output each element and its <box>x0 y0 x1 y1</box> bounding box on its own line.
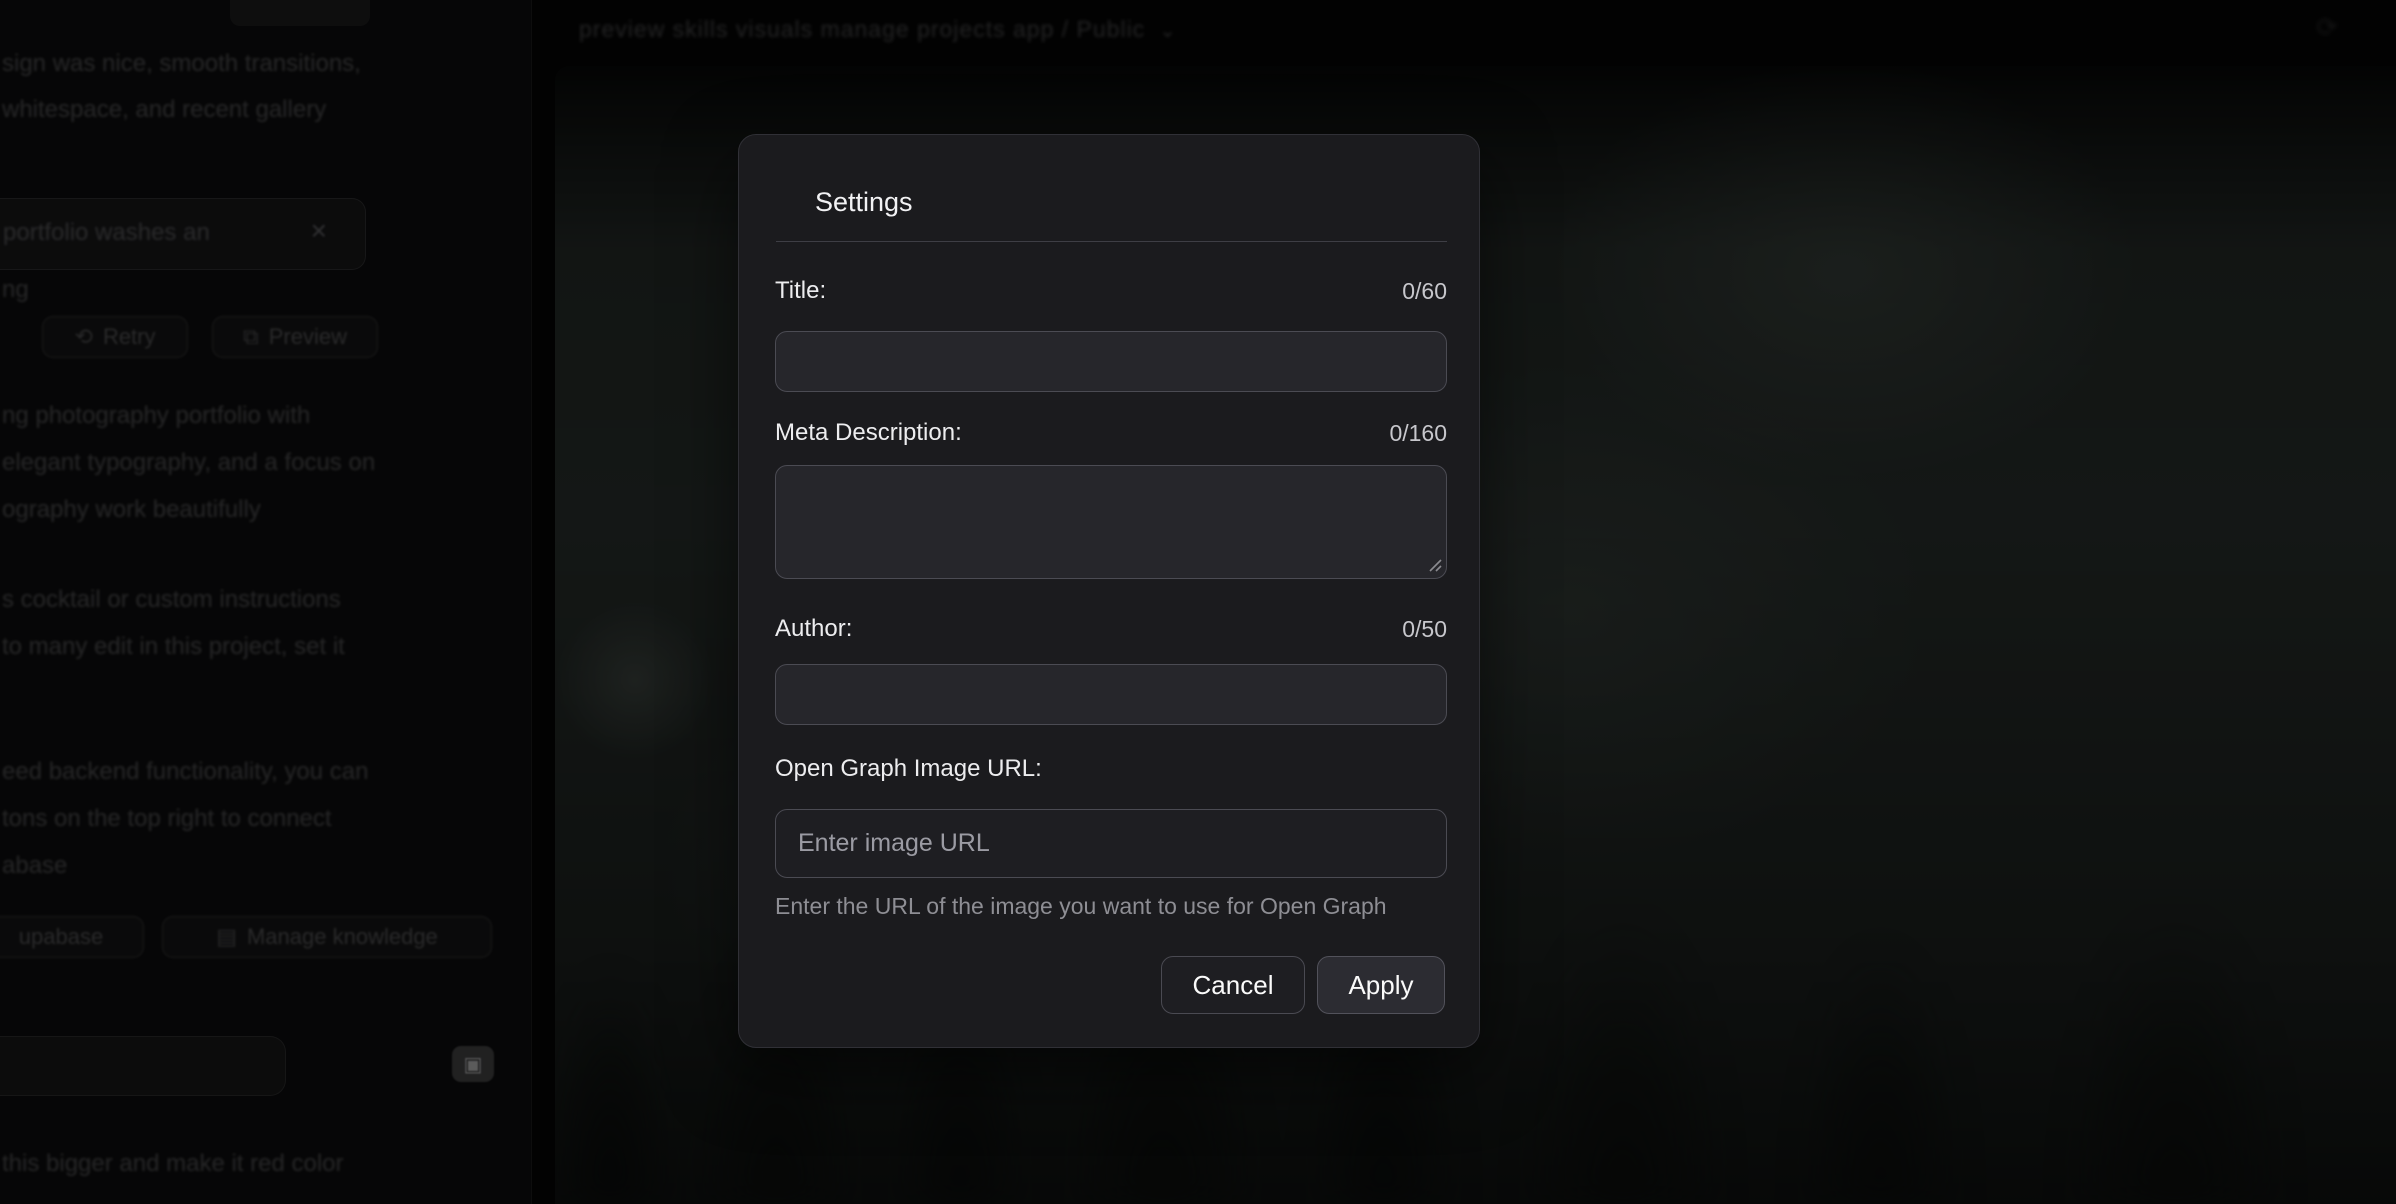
meta-description-label: Meta Description: <box>775 419 962 447</box>
divider <box>776 241 1447 242</box>
og-field-row: Open Graph Image URL: <box>775 753 1447 785</box>
title-input[interactable] <box>775 331 1447 392</box>
meta-field-row: Meta Description: 0/160 <box>775 417 1447 449</box>
settings-modal: Settings Title: 0/60 Meta Description: 0… <box>738 134 1480 1048</box>
title-label: Title: <box>775 277 826 305</box>
author-input[interactable] <box>775 664 1447 725</box>
meta-char-counter: 0/160 <box>1389 420 1447 447</box>
author-char-counter: 0/50 <box>1402 616 1447 643</box>
author-field-row: Author: 0/50 <box>775 613 1447 645</box>
og-helper-text: Enter the URL of the image you want to u… <box>775 893 1387 920</box>
meta-description-textarea[interactable] <box>775 465 1447 579</box>
apply-button[interactable]: Apply <box>1317 956 1445 1014</box>
og-image-url-input[interactable] <box>775 809 1447 878</box>
cancel-button[interactable]: Cancel <box>1161 956 1305 1014</box>
modal-actions: Cancel Apply <box>1161 956 1445 1014</box>
modal-title: Settings <box>815 187 913 218</box>
og-image-url-label: Open Graph Image URL: <box>775 755 1042 783</box>
title-char-counter: 0/60 <box>1402 278 1447 305</box>
title-field-row: Title: 0/60 <box>775 275 1447 307</box>
author-label: Author: <box>775 615 852 643</box>
app-window: sign was nice, smooth transitions, white… <box>0 0 2396 1204</box>
